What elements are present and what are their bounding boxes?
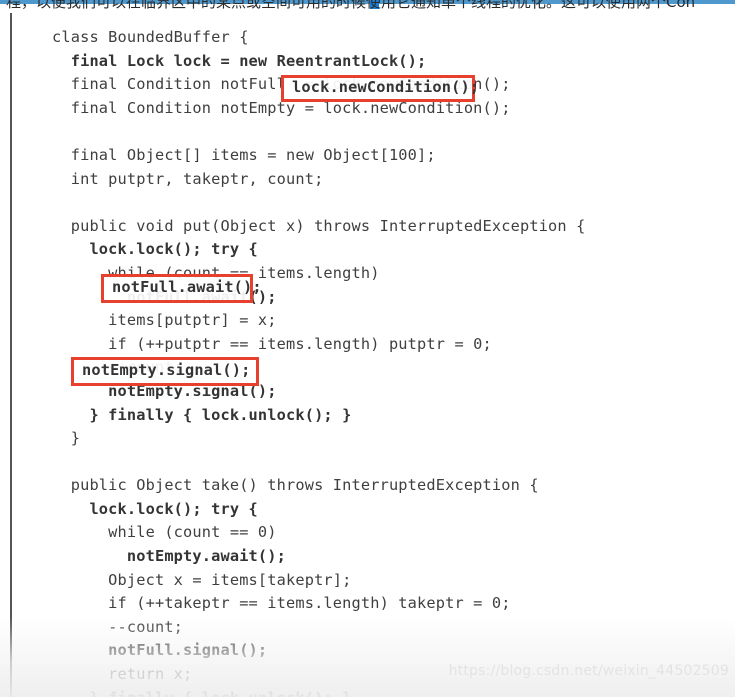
code-line: notFull.signal(); [52,641,268,660]
code-line: class BoundedBuffer { [52,28,249,46]
code-line: } [52,429,81,448]
code-line: } finally { lock.unlock(); } [52,405,352,424]
code-line: } finally { lock.unlock(); } [52,687,722,697]
code-line: while (count == 0) [52,523,277,542]
screenshot-root: 程，以便我们可以在临界区中的某点或空间可用的时候使用它通知单个线程的优化。这可以… [0,0,735,697]
code-line: final Object[] items = new Object[100]; [52,145,436,164]
annotation-label: notFull.await(); [112,278,262,296]
code-line: notEmpty.await(); [52,547,286,566]
prose-strip: 程，以便我们可以在临界区中的某点或空间可用的时候使用它通知单个线程的优化。这可以… [0,0,735,13]
watermark: https://blog.csdn.net/weixin_44502509 [448,663,729,679]
code-line: --count; [52,617,184,636]
code-left-rule [10,13,12,697]
code-line: public void put(Object x) throws Interru… [52,216,586,235]
code-line: if (++putptr == items.length) putptr = 0… [52,334,492,353]
code-line: if (++takeptr == items.length) takeptr =… [52,594,511,613]
code-block: class BoundedBuffer { final Lock lock = … [0,13,735,697]
annotation-label: notEmpty.signal(); [82,361,251,379]
annotation-label: lock.newCondition(); [292,78,480,96]
code-line: final Lock lock = new ReentrantLock(); [52,51,427,70]
code-line: Object x = items[takeptr]; [52,570,352,589]
code-line: items[putptr] = x; [52,311,277,330]
code-line: public Object take() throws InterruptedE… [52,476,539,495]
code-line: lock.lock(); try { [52,240,258,259]
prose-top-line: 程，以便我们可以在临界区中的某点或空间可用的时候使用它通知单个线程的优化。这可以… [6,0,696,11]
code-line: int putptr, takeptr, count; [52,169,324,188]
code-line: lock.lock(); try { [52,499,258,518]
